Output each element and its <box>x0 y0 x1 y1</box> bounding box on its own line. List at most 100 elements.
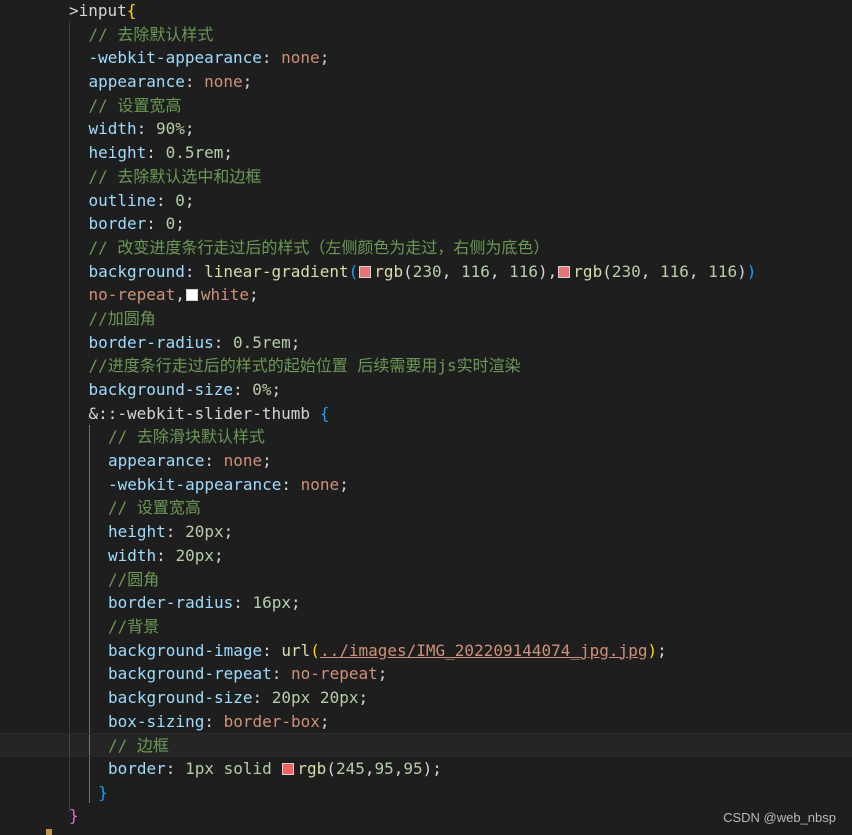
code-token: //加圆角 <box>88 308 156 328</box>
code-token: 16px <box>252 593 292 613</box>
code-token: : <box>136 119 156 139</box>
code-token: no-repeat <box>88 285 176 305</box>
code-token: { <box>126 1 137 20</box>
code-line[interactable]: //背景 <box>0 615 852 639</box>
code-lines[interactable]: >input{// 去除默认样式 -webkit-appearance: none… <box>0 0 852 828</box>
code-token: ); <box>422 759 442 778</box>
code-line[interactable]: // 改变进度条行走过后的样式（左侧颜色为走过，右侧为底色） <box>0 236 852 260</box>
code-token: border <box>88 214 147 234</box>
code-editor[interactable]: >input{// 去除默认样式 -webkit-appearance: none… <box>0 0 852 835</box>
code-token: ; <box>657 640 667 660</box>
color-swatch-rgb-230-116-116[interactable] <box>558 265 571 278</box>
code-token: : <box>261 48 282 68</box>
code-token: : <box>213 332 233 352</box>
code-token: rgb <box>297 759 327 778</box>
code-token: ; <box>262 451 272 471</box>
code-token: : <box>281 474 301 494</box>
code-token: background-repeat <box>108 664 272 684</box>
code-line[interactable]: >input{ <box>0 0 852 23</box>
code-token: , <box>640 261 661 281</box>
code-line[interactable]: //加圆角 <box>0 307 852 331</box>
code-line[interactable]: height: 20px; <box>0 520 852 544</box>
code-token: , <box>688 261 709 281</box>
code-line[interactable]: background-size: 0%; <box>0 378 852 402</box>
code-line[interactable]: width: 90%; <box>0 117 852 141</box>
code-token: 20px 20px <box>271 687 359 707</box>
code-line[interactable]: background-image: url(../images/IMG_2022… <box>0 639 852 663</box>
code-token: 116 <box>660 261 689 281</box>
code-token: outline <box>88 190 156 210</box>
code-line[interactable]: // 去除默认样式 <box>0 23 852 47</box>
code-token: : <box>204 711 224 731</box>
code-token: border-radius <box>108 593 234 613</box>
code-token: white <box>200 285 250 305</box>
code-token: width <box>88 119 137 139</box>
code-token: ; <box>319 48 330 68</box>
code-token: , <box>441 261 461 281</box>
code-line[interactable]: &::-webkit-slider-thumb { <box>0 402 852 426</box>
code-token: // 设置宽高 <box>108 498 201 518</box>
code-token: ; <box>223 143 233 163</box>
code-token: //圆角 <box>108 569 160 589</box>
code-token: 20px <box>175 545 214 565</box>
code-token: // 去除默认样式 <box>88 24 214 44</box>
code-token: ; <box>319 711 330 731</box>
code-token: none <box>223 451 263 471</box>
color-swatch-rgb-230-116-116[interactable] <box>359 265 372 278</box>
code-line[interactable]: background-repeat: no-repeat; <box>0 662 852 686</box>
code-line[interactable]: border: 0; <box>0 212 852 236</box>
code-token: : <box>184 72 205 92</box>
code-token: ( <box>602 261 612 281</box>
code-token: background-size <box>108 687 253 707</box>
code-token: : <box>204 451 224 471</box>
code-line[interactable]: background-size: 20px 20px; <box>0 686 852 710</box>
watermark: CSDN @web_nbsp <box>723 810 836 825</box>
code-token: ; <box>291 593 301 613</box>
code-token: ; <box>184 190 195 210</box>
code-token: solid <box>213 759 282 778</box>
code-line[interactable]: // 去除滑块默认样式 <box>0 425 852 449</box>
color-swatch-white[interactable] <box>185 289 198 302</box>
code-token: 245 <box>335 759 365 778</box>
code-line[interactable]: // 设置宽高 <box>0 94 852 118</box>
code-line[interactable]: //圆角 <box>0 568 852 592</box>
code-line[interactable]: border-radius: 16px; <box>0 591 852 615</box>
code-token: linear-gradient <box>204 261 349 281</box>
code-token: ( <box>403 261 413 281</box>
code-line[interactable]: // 去除默认选中和边框 <box>0 165 852 189</box>
code-token: ; <box>271 380 282 399</box>
code-line[interactable]: -webkit-appearance: none; <box>0 473 852 497</box>
code-token: : <box>146 143 166 163</box>
code-token: none <box>281 48 320 68</box>
code-line[interactable]: appearance: none; <box>0 70 852 94</box>
code-token: ( <box>326 759 336 778</box>
code-line[interactable]: appearance: none; <box>0 449 852 473</box>
code-token: url <box>281 640 311 660</box>
code-token: ; <box>175 214 185 234</box>
code-token: : <box>233 380 253 399</box>
code-token: 0.5rem <box>165 143 224 163</box>
code-token: 0 <box>175 190 185 210</box>
color-swatch-rgb-245-95-95[interactable] <box>282 763 295 775</box>
code-line[interactable]: //进度条行走过后的样式的起始位置 后续需要用js实时渲染 <box>0 354 852 378</box>
code-line[interactable]: background: linear-gradient(rgb(230, 116… <box>0 260 852 284</box>
code-line[interactable]: height: 0.5rem; <box>0 141 852 165</box>
code-token: height <box>88 143 147 163</box>
code-token: ; <box>358 687 369 707</box>
code-line[interactable]: // 边框 <box>0 733 852 757</box>
code-line[interactable]: border: 1px solid rgb(245,95,95); <box>0 757 852 781</box>
code-line[interactable]: } <box>0 781 852 805</box>
code-token: ; <box>290 332 301 352</box>
code-token: 230 <box>611 261 641 281</box>
code-line[interactable]: box-sizing: border-box; <box>0 710 852 734</box>
code-line[interactable]: outline: 0; <box>0 189 852 213</box>
code-line[interactable]: border-radius: 0.5rem; <box>0 331 852 355</box>
code-token: ; <box>377 664 388 684</box>
code-line[interactable]: width: 20px; <box>0 544 852 568</box>
code-token: : <box>262 640 282 660</box>
code-line[interactable]: -webkit-appearance: none; <box>0 46 852 70</box>
code-token: //进度条行走过后的样式的起始位置 后续需要用js实时渲染 <box>88 356 521 376</box>
code-line[interactable]: no-repeat, white; <box>0 283 852 307</box>
code-line[interactable]: // 设置宽高 <box>0 496 852 520</box>
code-token: : <box>146 214 166 234</box>
